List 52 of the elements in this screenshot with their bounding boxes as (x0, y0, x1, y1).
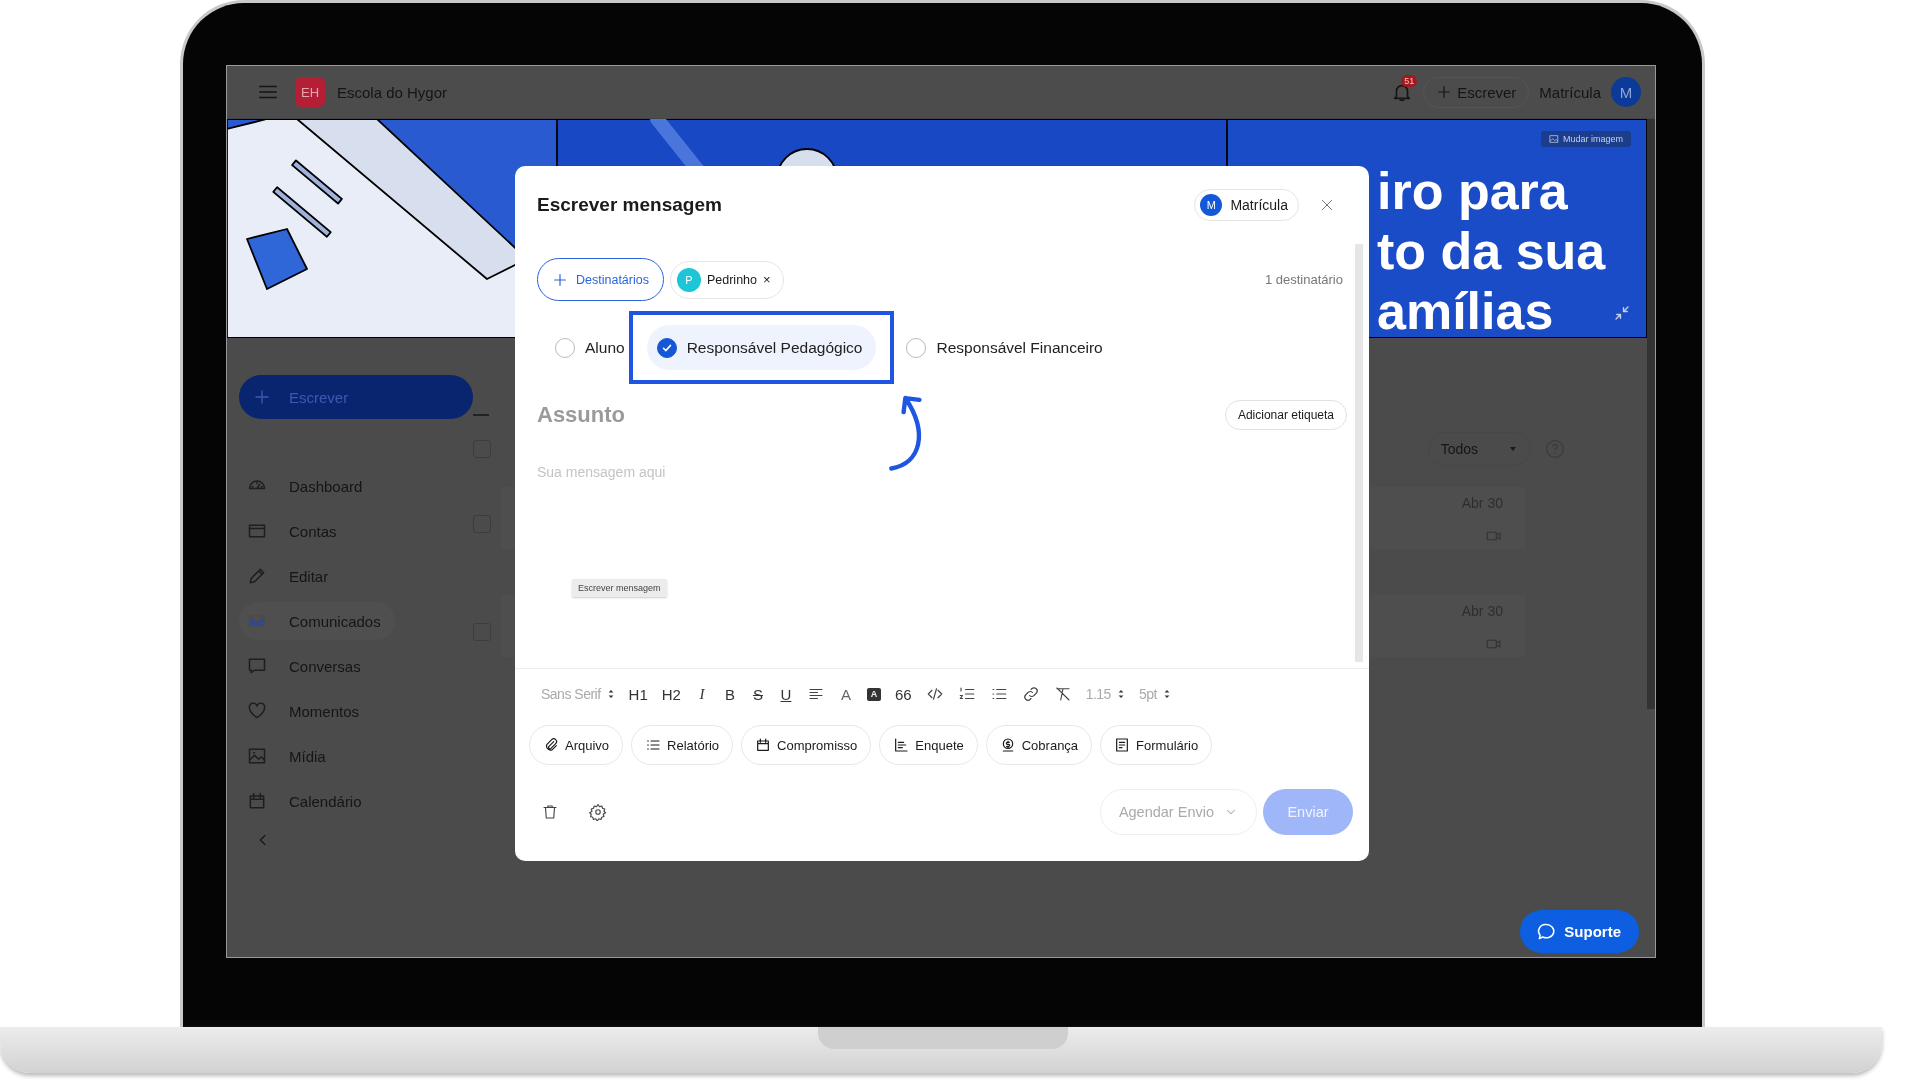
highlight-button[interactable]: A (866, 687, 881, 701)
bar-chart-icon (893, 737, 910, 753)
school-logo: EH (295, 77, 325, 107)
user-avatar[interactable]: M (1611, 77, 1641, 107)
up-down-icon (1116, 688, 1125, 700)
banner-headline: iro para (1377, 161, 1569, 221)
card-icon (247, 521, 267, 541)
close-icon[interactable] (1319, 197, 1335, 213)
format-button[interactable]: H1 (628, 685, 648, 703)
plus-icon (552, 271, 568, 288)
image-icon (247, 746, 267, 766)
image-icon (1548, 134, 1559, 144)
dialog-title: Escrever mensagem (537, 194, 722, 216)
up-down-icon (1162, 688, 1171, 700)
plus-icon (253, 388, 271, 406)
audience-option[interactable]: Responsável Financeiro (906, 325, 1103, 370)
audience-option[interactable]: Responsável Pedagógico (646, 325, 877, 370)
pencil-icon (247, 566, 267, 586)
paperclip-icon (543, 737, 559, 753)
chat-bubble-icon (1536, 921, 1557, 942)
list-icon (645, 737, 662, 753)
trash-icon[interactable] (541, 803, 559, 821)
text-color-button[interactable]: A (838, 685, 853, 703)
code-icon[interactable] (925, 685, 944, 703)
remove-icon[interactable]: × (763, 272, 771, 287)
heart-icon (247, 701, 267, 721)
scrollbar[interactable] (1355, 244, 1363, 662)
settings-icon[interactable] (589, 803, 607, 821)
collapse-icon[interactable] (1613, 304, 1631, 322)
link-icon[interactable] (1021, 685, 1040, 703)
underline-button[interactable]: U (778, 685, 793, 703)
banner-headline: to da sua (1377, 221, 1606, 281)
form-icon (1114, 737, 1131, 753)
audience-option[interactable]: Aluno (555, 325, 625, 370)
format-button[interactable]: 66 (894, 685, 912, 703)
up-down-icon (606, 688, 615, 700)
recipient-count: 1 destinatário (1264, 272, 1343, 287)
calendar-icon (247, 791, 267, 811)
scrollbar[interactable] (1647, 119, 1655, 709)
chat-bubble-icon (247, 656, 267, 676)
strikethrough-button[interactable]: S (750, 685, 765, 703)
format-button[interactable]: H2 (661, 685, 681, 703)
clear-format-icon[interactable] (1053, 685, 1072, 703)
notification-badge: 51 (1401, 75, 1418, 87)
italic-button[interactable]: I (694, 685, 709, 703)
support-button[interactable]: Suporte (1520, 910, 1639, 953)
tooltip: Escrever mensagem (572, 579, 667, 597)
bold-button[interactable]: B (722, 685, 737, 703)
plus-icon (1436, 84, 1453, 100)
change-image-button[interactable]: Mudar imagem (1540, 131, 1631, 147)
calendar-icon (755, 737, 772, 753)
banner-headline: amílias (1377, 281, 1555, 338)
